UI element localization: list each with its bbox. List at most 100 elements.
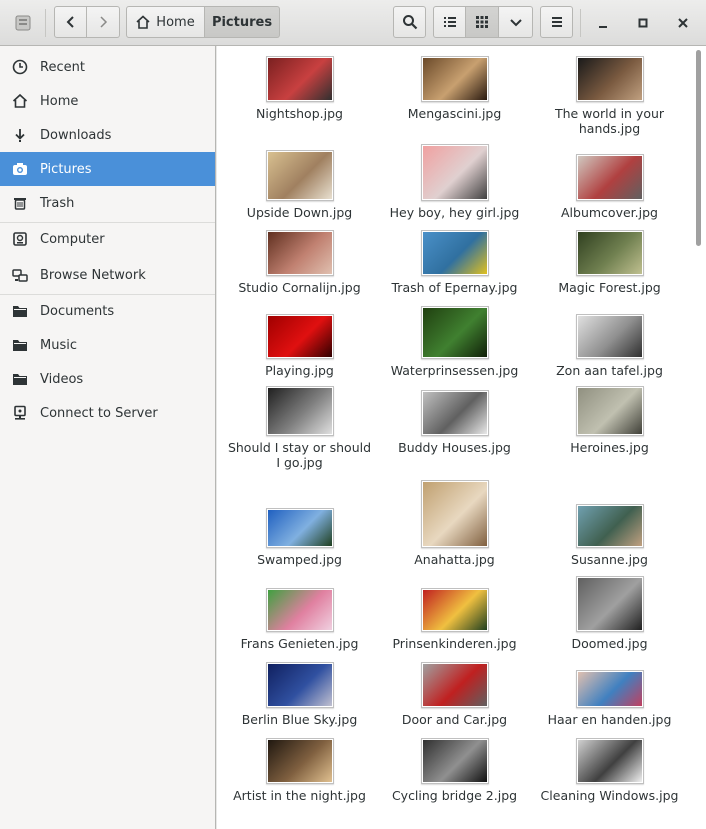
sidebar-item-label: Home <box>40 93 79 109</box>
folder-icon <box>0 337 40 353</box>
thumbnail-image <box>577 740 642 782</box>
sidebar-item-computer[interactable]: Computer <box>0 222 215 256</box>
file-thumbnail <box>575 670 644 708</box>
file-item[interactable]: Waterprinsessen.jpg <box>377 306 532 378</box>
file-item[interactable]: Susanne.jpg <box>532 504 687 567</box>
sidebar-item-label: Computer <box>40 231 105 247</box>
app-icon <box>8 7 38 39</box>
breadcrumb-home[interactable]: Home <box>126 6 205 38</box>
file-thumbnail <box>265 230 334 276</box>
sidebar-item-browse-network[interactable]: Browse Network <box>0 258 215 292</box>
sidebar-item-trash[interactable]: Trash <box>0 186 215 220</box>
file-item[interactable]: Heroines.jpg <box>532 386 687 455</box>
file-thumbnail <box>575 230 644 276</box>
sidebar-item-documents[interactable]: Documents <box>0 294 215 328</box>
sidebar-item-connect-to-server[interactable]: Connect to Server <box>0 396 215 430</box>
vertical-scrollbar[interactable] <box>690 46 706 829</box>
maximize-button[interactable] <box>628 7 658 39</box>
view-options-button[interactable] <box>499 6 533 38</box>
file-name: Artist in the night.jpg <box>233 788 366 803</box>
file-thumbnail <box>420 230 489 276</box>
thumbnail-image <box>267 152 332 199</box>
file-item[interactable]: Cycling bridge 2.jpg <box>377 738 532 803</box>
file-item[interactable]: Zon aan tafel.jpg <box>532 314 687 378</box>
breadcrumb-pictures[interactable]: Pictures <box>205 6 280 38</box>
sidebar-item-home[interactable]: Home <box>0 84 215 118</box>
search-button[interactable] <box>393 6 426 38</box>
file-item[interactable]: Haar en handen.jpg <box>532 670 687 727</box>
minimize-button[interactable] <box>588 7 618 39</box>
grid-view-button[interactable] <box>466 6 499 38</box>
sidebar-item-videos[interactable]: Videos <box>0 362 215 396</box>
file-item[interactable]: Prinsenkinderen.jpg <box>377 588 532 651</box>
forward-button[interactable] <box>87 6 120 38</box>
file-thumbnail <box>420 662 489 708</box>
file-thumbnail <box>420 306 489 359</box>
close-button[interactable] <box>668 7 698 39</box>
file-name: The world in your hands.jpg <box>554 106 665 136</box>
file-item[interactable]: Playing.jpg <box>222 314 377 378</box>
file-thumbnail <box>575 386 644 436</box>
network-icon <box>0 267 40 283</box>
sidebar-item-label: Trash <box>40 195 75 211</box>
file-thumbnail <box>265 508 334 548</box>
file-name: Nightshop.jpg <box>256 106 343 121</box>
thumbnail-image <box>267 740 332 782</box>
file-item[interactable]: Hey boy, hey girl.jpg <box>377 144 532 220</box>
file-item[interactable]: Mengascini.jpg <box>377 56 532 121</box>
file-item[interactable]: Door and Car.jpg <box>377 662 532 727</box>
grid-icon <box>476 16 488 28</box>
sidebar-item-music[interactable]: Music <box>0 328 215 362</box>
back-button[interactable] <box>54 6 87 38</box>
computer-icon <box>0 231 40 247</box>
file-name: Heroines.jpg <box>570 440 649 455</box>
file-item[interactable]: Trash of Epernay.jpg <box>377 230 532 295</box>
file-item[interactable]: Buddy Houses.jpg <box>377 390 532 455</box>
file-item[interactable]: Studio Cornalijn.jpg <box>222 230 377 295</box>
file-item[interactable]: Should I stay or should I go.jpg <box>222 386 377 470</box>
file-name: Should I stay or should I go.jpg <box>227 440 372 470</box>
file-item[interactable]: Artist in the night.jpg <box>222 738 377 803</box>
sidebar-item-pictures[interactable]: Pictures <box>0 152 215 186</box>
thumbnail-image <box>577 388 642 434</box>
thumbnail-image <box>577 316 642 357</box>
file-thumbnail <box>265 588 334 632</box>
file-item[interactable]: Albumcover.jpg <box>532 154 687 220</box>
home-icon <box>0 93 40 109</box>
file-thumbnail <box>265 314 334 359</box>
maximize-icon <box>638 18 648 28</box>
scrollbar-thumb[interactable] <box>696 50 701 246</box>
clock-icon <box>0 59 40 75</box>
file-item[interactable]: Nightshop.jpg <box>222 56 377 121</box>
file-thumbnail <box>265 150 334 201</box>
file-name: Haar en handen.jpg <box>547 712 672 727</box>
file-thumbnail <box>265 386 334 436</box>
search-icon <box>402 15 417 30</box>
file-item[interactable]: Cleaning Windows.jpg <box>532 738 687 803</box>
thumbnail-image <box>577 672 642 706</box>
file-item[interactable]: Upside Down.jpg <box>222 150 377 220</box>
separator <box>45 9 46 37</box>
file-thumbnail <box>575 738 644 784</box>
breadcrumb-home-label: Home <box>156 14 195 30</box>
thumbnail-image <box>267 232 332 274</box>
file-item[interactable]: Doomed.jpg <box>532 576 687 651</box>
thumbnail-image <box>267 590 332 630</box>
file-thumbnail <box>575 56 644 102</box>
file-item[interactable]: Swamped.jpg <box>222 508 377 567</box>
sidebar-item-recent[interactable]: Recent <box>0 50 215 84</box>
file-name: Prinsenkinderen.jpg <box>392 636 517 651</box>
file-thumbnail <box>575 504 644 548</box>
file-thumbnail <box>420 144 489 201</box>
file-name: Swamped.jpg <box>257 552 342 567</box>
file-item[interactable]: Magic Forest.jpg <box>532 230 687 295</box>
list-view-button[interactable] <box>433 6 466 38</box>
file-item[interactable]: Anahatta.jpg <box>377 480 532 567</box>
thumbnail-image <box>422 392 487 434</box>
file-item[interactable]: Frans Genieten.jpg <box>222 588 377 651</box>
file-item[interactable]: Berlin Blue Sky.jpg <box>222 662 377 727</box>
menu-button[interactable] <box>540 6 573 38</box>
file-item[interactable]: The world in your hands.jpg <box>532 56 687 136</box>
chevron-right-icon <box>100 16 108 28</box>
sidebar-item-downloads[interactable]: Downloads <box>0 118 215 152</box>
